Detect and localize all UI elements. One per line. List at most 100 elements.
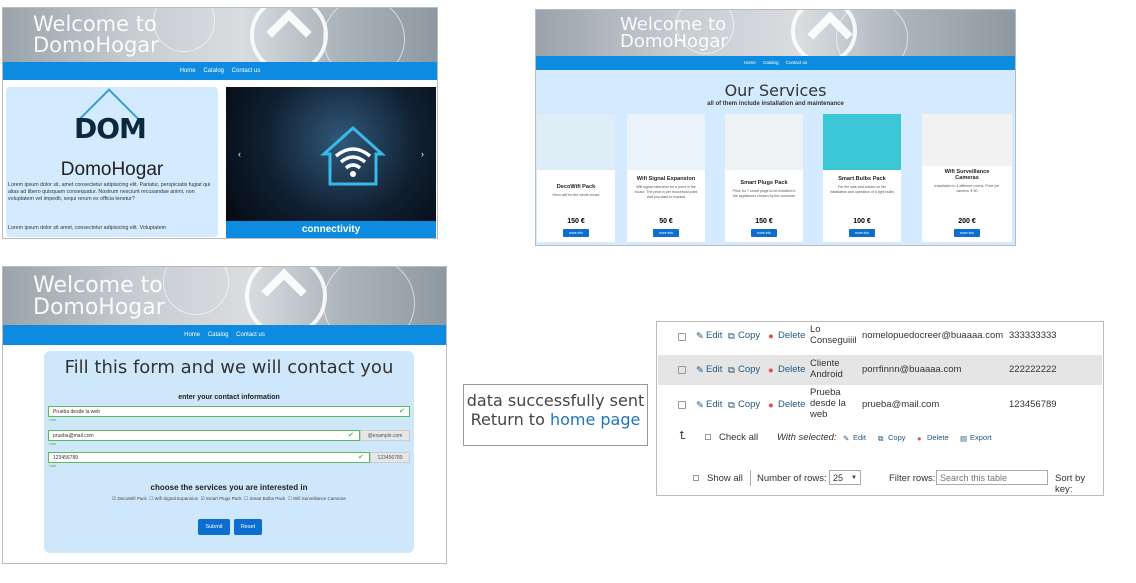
carousel-caption: connectivity	[226, 221, 436, 238]
filter-input[interactable]	[936, 470, 1048, 485]
delete-button[interactable]: ● Delete	[768, 330, 805, 342]
phone-field[interactable]: 123456789	[48, 452, 370, 463]
nav-contact-link[interactable]: Contact us	[232, 68, 261, 74]
service-checkbox[interactable]: ☑ Smart Plugs Pack	[201, 496, 242, 501]
valid-check-icon: ✔	[399, 408, 405, 415]
nav-catalog-link[interactable]: Catalog	[208, 332, 229, 338]
return-line: Return to home page	[470, 410, 641, 429]
reset-button[interactable]: Reset	[234, 519, 262, 535]
submit-button[interactable]: Submit	[198, 519, 230, 535]
carousel-prev-button[interactable]: ‹	[238, 149, 241, 159]
valid-label: valid	[49, 464, 57, 468]
service-price: 100 €	[853, 218, 871, 225]
nav-contact-link[interactable]: Contact us	[236, 332, 265, 338]
edit-button[interactable]: ✎ Edit	[696, 399, 722, 411]
banner-title: Welcome to DomoHogar	[620, 14, 728, 52]
table-controls: Show all Number of rows: 25 ▼ Filter rows…	[657, 470, 1103, 495]
check-all-label[interactable]: Check all	[719, 432, 758, 443]
row-checkbox[interactable]	[678, 333, 686, 341]
services-question: choose the services you are interested i…	[150, 483, 308, 492]
with-selected-label: With selected:	[777, 432, 837, 443]
bulk-copy-button[interactable]: ⧉ Copy	[878, 433, 906, 443]
service-card: Wifi Surveillance Cameras Installation i…	[922, 114, 1012, 242]
nav-home-link[interactable]: Home	[180, 68, 196, 74]
email-addon: @example.com	[360, 430, 410, 441]
nav-contact-link[interactable]: Contact us	[786, 60, 808, 65]
house-logo-icon	[791, 10, 857, 56]
banner-title: Welcome to DomoHogar	[33, 12, 159, 57]
service-checkbox[interactable]: ☐ Wifi Signal Expansion	[149, 496, 198, 501]
delete-button[interactable]: ● Delete	[768, 364, 805, 376]
valid-label: valid	[49, 442, 57, 446]
cell-phone: 123456789	[1009, 399, 1057, 410]
carousel-next-button[interactable]: ›	[421, 149, 424, 159]
services-title: Our Services	[724, 81, 827, 100]
house-logo-icon	[245, 267, 327, 325]
more-info-button[interactable]: more info	[653, 229, 679, 237]
valid-check-icon: ✔	[348, 432, 354, 439]
contact-form: Fill this form and we will contact you e…	[44, 351, 414, 553]
email-field[interactable]: prueba@mail.com	[48, 430, 360, 441]
contact-form-screenshot: Welcome to DomoHogar Home Catalog Contact…	[2, 266, 447, 564]
carousel: ‹ ›	[226, 87, 436, 221]
rows-select[interactable]: 25 ▼	[829, 470, 861, 485]
cell-phone: 333333333	[1009, 330, 1057, 341]
copy-icon: ⧉	[878, 434, 884, 443]
show-all-label[interactable]: Show all	[707, 473, 743, 484]
wifi-expansion-image	[627, 114, 705, 170]
service-checkbox[interactable]: ☐ Wifi Surveillance Cameras	[288, 496, 346, 501]
copy-button[interactable]: ⧉ Copy	[728, 399, 760, 411]
delete-icon: ●	[917, 434, 922, 443]
pencil-icon: ✎	[696, 331, 704, 342]
edit-button[interactable]: ✎ Edit	[696, 330, 722, 342]
nav-home-link[interactable]: Home	[744, 60, 756, 65]
service-card: Wifi Signal Expansion Wifi signal extens…	[627, 114, 705, 242]
home-page-link[interactable]: home page	[550, 410, 640, 429]
banner-title: Welcome to DomoHogar	[33, 273, 165, 320]
decowifi-image	[537, 114, 615, 170]
row-checkbox[interactable]	[678, 401, 686, 409]
bulk-edit-button[interactable]: ✎ Edit	[843, 433, 866, 443]
show-all-checkbox[interactable]	[693, 475, 699, 481]
bulk-delete-button[interactable]: ● Delete	[917, 433, 949, 443]
domohogar-logo: DOM	[74, 88, 147, 148]
more-info-button[interactable]: more info	[849, 229, 875, 237]
service-checkbox[interactable]: ☐ Smart Bulbs Pack	[244, 496, 285, 501]
copy-button[interactable]: ⧉ Copy	[728, 364, 760, 376]
site-banner: Welcome to DomoHogar	[3, 267, 446, 325]
more-info-button[interactable]: more info	[954, 229, 980, 237]
valid-check-icon: ✔	[358, 454, 364, 461]
nav-home-link[interactable]: Home	[184, 332, 200, 338]
name-field[interactable]: Prueba desde la web	[48, 406, 410, 417]
delete-button[interactable]: ● Delete	[768, 399, 805, 411]
delete-icon: ●	[768, 400, 774, 411]
more-info-button[interactable]: more info	[563, 229, 589, 237]
service-checkbox[interactable]: ☑ DecoWifi Pack	[112, 496, 147, 501]
delete-icon: ●	[768, 365, 774, 376]
copy-icon: ⧉	[728, 400, 735, 411]
table-row: ✎ Edit ⧉ Copy ● Delete Lo Conseguiiil nomel…	[658, 322, 1102, 352]
table-row: ✎ Edit ⧉ Copy ● Delete Prueba desde la web …	[658, 386, 1102, 422]
check-all-checkbox[interactable]	[705, 434, 711, 440]
service-name: Wifi Signal Expansion	[636, 176, 696, 182]
chevron-down-icon: ▼	[851, 475, 857, 481]
service-desc: Installation in 4 different rooms. Price…	[934, 184, 1000, 193]
site-banner: Welcome to DomoHogar	[3, 8, 437, 62]
more-info-button[interactable]: more info	[751, 229, 777, 237]
bulk-export-button[interactable]: ▤ Export	[960, 433, 992, 443]
service-desc: Price for 7 smart plugs to be installed …	[732, 189, 796, 198]
arrow-up-icon: ⮤	[679, 430, 686, 442]
services-checkboxes: ☑ DecoWifi Pack ☐ Wifi Signal Expansion …	[44, 496, 414, 502]
nav-catalog-link[interactable]: Catalog	[203, 68, 224, 74]
service-card: DecoWifi Pack Deco wifi for the whole ho…	[537, 114, 615, 242]
edit-button[interactable]: ✎ Edit	[696, 364, 722, 376]
intro-text: Lorem ipsum dolor sit, amet consectetur …	[8, 182, 211, 202]
service-card: Smart Plugs Pack Price for 7 smart plugs…	[725, 114, 803, 242]
nav-catalog-link[interactable]: Catalog	[763, 60, 779, 65]
row-checkbox[interactable]	[678, 366, 686, 374]
pencil-icon: ✎	[843, 434, 850, 443]
copy-button[interactable]: ⧉ Copy	[728, 330, 760, 342]
form-title: Fill this form and we will contact you	[64, 357, 394, 378]
nav-bar: Home Catalog Contact us	[3, 62, 437, 80]
service-price: 200 €	[958, 218, 976, 225]
